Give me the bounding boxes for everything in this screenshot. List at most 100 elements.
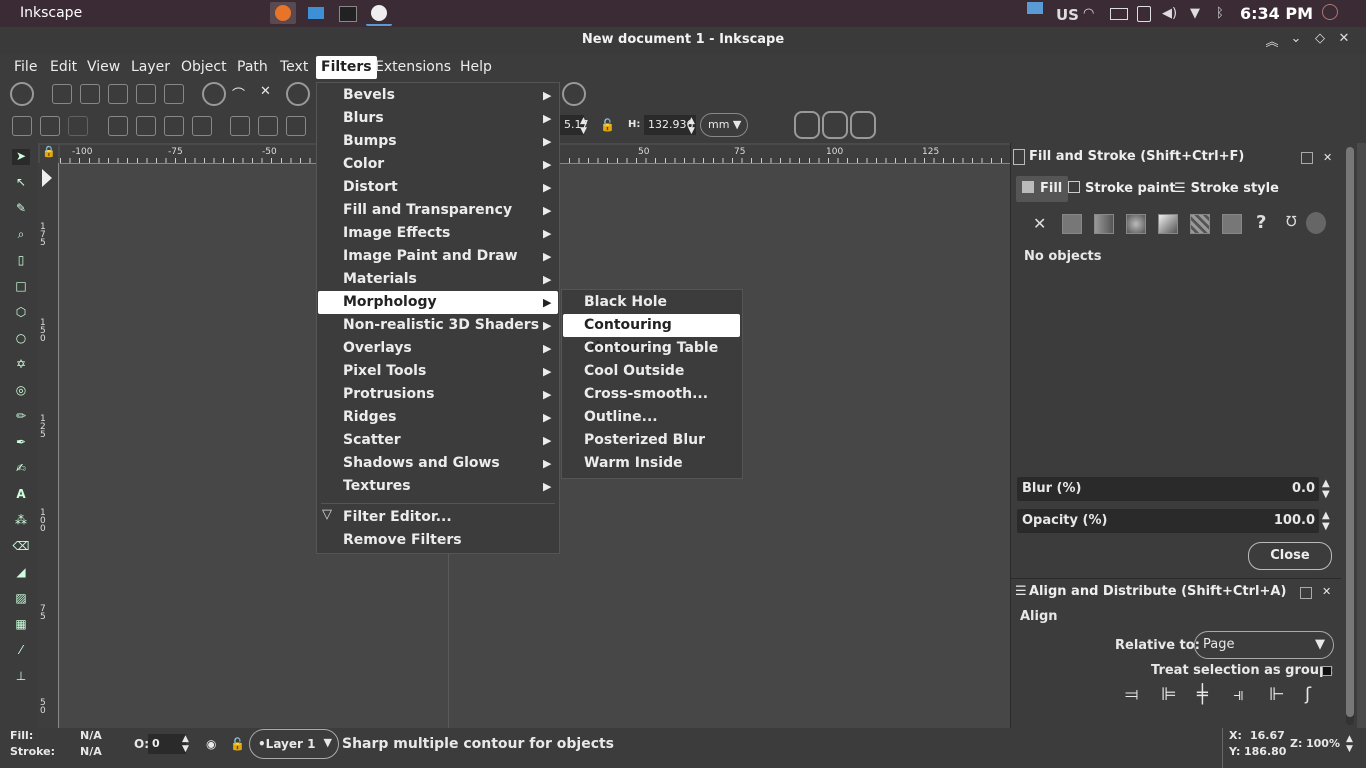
dock-scrollbar[interactable] [1346,147,1354,725]
unit-select[interactable]: mm ▼ [700,113,748,137]
text-tool-icon[interactable]: A [12,487,30,503]
eraser-tool-icon[interactable]: ⌫ [12,539,30,555]
zoom-spinner-icon[interactable]: ▲ ▼ [1346,734,1353,754]
menu-item-image-effects[interactable]: Image Effects [343,222,450,245]
snap-smooth-icon[interactable] [286,82,310,106]
iconify-icon[interactable] [1301,152,1313,164]
menu-object[interactable]: Object [176,54,232,81]
clipboard-icon[interactable] [1137,6,1151,22]
snap-path-icon[interactable]: ⌒ [232,84,252,104]
wifi-icon[interactable]: ◠ [1083,6,1094,21]
inkscape-taskbar-icon[interactable] [366,2,392,26]
zoom-value[interactable]: 100% [1306,737,1340,750]
mesh-tool-icon[interactable]: ▦ [12,617,30,633]
menu-layer[interactable]: Layer [126,54,175,81]
blur-spinner-icon[interactable]: ▲ ▼ [1322,478,1330,500]
pen-tool-icon[interactable]: ✒ [12,435,30,451]
pattern-icon[interactable] [1190,214,1210,234]
star-tool-icon[interactable]: ✡ [12,357,30,373]
menu-item-remove-filters[interactable]: Remove Filters [343,529,462,552]
pencil-tool-icon[interactable]: ✏ [12,409,30,425]
menu-item-scatter[interactable]: Scatter [343,429,401,452]
spiral-tool-icon[interactable]: ◎ [12,383,30,399]
menu-item-overlays[interactable]: Overlays [343,337,412,360]
restore-icon[interactable]: ◇ [1311,31,1329,49]
node-tool-icon[interactable]: ↖ [12,175,30,191]
submenu-item-outline[interactable]: Outline... [584,406,658,429]
menu-view[interactable]: View [82,54,125,81]
rotate-cw-icon[interactable] [136,116,156,136]
scale-corners-icon[interactable] [794,111,820,139]
rectangle-tool-icon[interactable]: □ [12,279,30,295]
fill-rule-evenodd-icon[interactable]: ℧ [1286,214,1297,230]
menu-item-bumps[interactable]: Bumps [343,130,397,153]
iconify-icon[interactable] [1300,587,1312,599]
menu-item-image-paint-draw[interactable]: Image Paint and Draw [343,245,518,268]
workspace-icon[interactable] [1027,2,1043,14]
center-vertical-axis-icon[interactable]: ╪ [1197,684,1219,706]
tab-stroke-style[interactable]: ☰ Stroke style [1168,176,1285,202]
menu-item-blurs[interactable]: Blurs [343,107,384,130]
menu-item-protrusions[interactable]: Protrusions [343,383,434,406]
maximize-icon[interactable]: ︽ [1263,31,1281,50]
3d-box-tool-icon[interactable]: ⬡ [12,305,30,321]
submenu-item-black-hole[interactable]: Black Hole [584,291,667,314]
align-text-baseline-icon[interactable]: ʃ [1305,684,1327,706]
relative-to-select[interactable]: Page ▼ [1194,631,1334,659]
radial-gradient-icon[interactable] [1126,214,1146,234]
blur-slider[interactable]: Blur (%) 0.0 [1017,477,1319,501]
snap-nodes-icon[interactable] [202,82,226,106]
flat-color-icon[interactable] [1062,214,1082,234]
opacity-spinner-icon[interactable]: ▲ ▼ [1322,510,1330,532]
spray-tool-icon[interactable]: ⁂ [12,513,30,529]
menu-filters[interactable]: Filters [316,56,377,79]
menu-text[interactable]: Text [275,54,313,81]
ruler-lock-icon[interactable]: 🔒 [40,145,58,163]
vertical-ruler[interactable]: 1 7 5 1 5 0 1 2 5 1 0 0 7 5 5 0 [38,163,59,728]
snap-bbox-edge-icon[interactable] [80,84,100,104]
menu-item-fill-transparency[interactable]: Fill and Transparency [343,199,512,222]
close-panel-icon[interactable]: ✕ [1322,585,1331,598]
width-spinner-icon[interactable]: ▲ ▼ [580,116,587,136]
layer-select[interactable]: •Layer 1 ▼ [249,729,339,759]
calligraphy-tool-icon[interactable]: ✍ [12,461,30,477]
snap-guide-icon[interactable] [562,82,586,106]
menu-item-bevels[interactable]: Bevels [343,84,395,107]
menu-extensions[interactable]: Extensions [370,54,456,81]
menu-item-shadows-glows[interactable]: Shadows and Glows [343,452,500,475]
deselect-icon[interactable] [68,116,88,136]
select-all-icon[interactable] [12,116,32,136]
submenu-item-contouring-table[interactable]: Contouring Table [584,337,718,360]
no-paint-icon[interactable]: ✕ [1033,214,1046,233]
paint-bucket-tool-icon[interactable]: ◢ [12,565,30,581]
volume-icon[interactable]: ◀) [1162,6,1177,21]
menu-item-materials[interactable]: Materials [343,268,417,291]
snap-bbox-corner-icon[interactable] [108,84,128,104]
group-checkbox[interactable] [1322,666,1332,676]
snap-toggle-icon[interactable] [10,82,34,106]
height-spinner-icon[interactable]: ▲ ▼ [688,116,695,136]
menu-path[interactable]: Path [232,54,273,81]
close-button[interactable]: Close [1248,542,1332,570]
close-panel-icon[interactable]: ✕ [1323,151,1332,164]
opacity-slider[interactable]: Opacity (%) 100.0 [1017,509,1319,533]
zoom-tool-icon[interactable]: ⌕ [12,227,30,243]
tab-fill[interactable]: Fill [1016,176,1069,202]
menu-help[interactable]: Help [455,54,497,81]
align-left-icon[interactable]: ⊫ [1161,684,1183,706]
flip-horizontal-icon[interactable] [164,116,184,136]
tweak-tool-icon[interactable]: ✎ [12,201,30,217]
fill-rule-nonzero-icon[interactable] [1306,212,1326,234]
linear-gradient-icon[interactable] [1094,214,1114,234]
ellipse-tool-icon[interactable]: ○ [12,331,30,347]
snap-midpoint-icon[interactable] [136,84,156,104]
menu-item-textures[interactable]: Textures [343,475,411,498]
select-all-layers-icon[interactable] [40,116,60,136]
submenu-item-warm-inside[interactable]: Warm Inside [584,452,683,475]
gradient-tool-icon[interactable]: ▨ [12,591,30,607]
lock-icon[interactable]: 🔓 [600,118,615,132]
transform-patterns-icon[interactable] [850,111,876,139]
lower-to-bottom-icon[interactable] [230,116,250,136]
align-left-edge-icon[interactable]: ⊩ [1269,684,1291,706]
dropper-tool-icon[interactable]: ⁄ [12,643,30,659]
